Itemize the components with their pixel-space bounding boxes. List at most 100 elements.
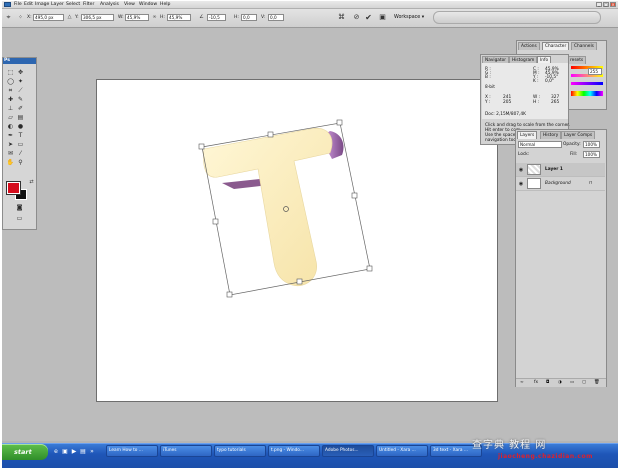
- layer-name[interactable]: Layer 1: [545, 167, 563, 172]
- blur-tool-icon[interactable]: ◐: [6, 123, 15, 131]
- tab-layers[interactable]: Layers: [517, 131, 538, 139]
- blend-mode-select[interactable]: Normal: [518, 141, 562, 148]
- angle-icon: ∠: [199, 14, 204, 20]
- transformed-text-layer[interactable]: [182, 111, 382, 311]
- relative-position-icon[interactable]: △: [65, 13, 74, 22]
- tab-character[interactable]: Character: [542, 42, 570, 50]
- commit-transform-icon[interactable]: ✔: [364, 13, 373, 22]
- quicklaunch-media-icon[interactable]: ▶: [70, 447, 78, 456]
- layer-style-icon[interactable]: fx: [534, 380, 538, 385]
- y-field[interactable]: 306,5 px: [81, 14, 114, 21]
- visibility-eye-icon[interactable]: ◉: [518, 167, 524, 173]
- layer-row[interactable]: ◉ Layer 1: [516, 163, 605, 177]
- slice-tool-icon[interactable]: ⟋: [16, 87, 25, 95]
- taskbar-item[interactable]: Learn How to ...: [106, 445, 158, 457]
- taskbar-item[interactable]: Untitled - Xara ...: [376, 445, 428, 457]
- width-field[interactable]: 45,9%: [125, 14, 149, 21]
- warp-icon[interactable]: ⌘: [337, 13, 346, 22]
- transform-icon[interactable]: ⌖: [4, 13, 13, 22]
- history-brush-icon[interactable]: ✐: [16, 105, 25, 113]
- delete-layer-icon[interactable]: 🗑: [594, 380, 599, 385]
- taskbar-item[interactable]: typo tutorials: [214, 445, 266, 457]
- opacity-field[interactable]: 100%: [583, 141, 600, 148]
- reference-point-icon[interactable]: ⁘: [16, 13, 25, 22]
- minimize-button[interactable]: _: [596, 2, 602, 7]
- bridge-icon[interactable]: ▣: [378, 13, 387, 22]
- taskbar-item-active[interactable]: Adobe Photos...: [322, 445, 374, 457]
- marquee-tool-icon[interactable]: ⬚: [6, 69, 15, 77]
- quicklaunch-desktop-icon[interactable]: ▣: [61, 447, 69, 456]
- h-skew-field[interactable]: 0,0: [241, 14, 257, 21]
- dodge-tool-icon[interactable]: ●: [16, 123, 25, 131]
- close-button[interactable]: ×: [610, 2, 616, 7]
- quick-mask-icon[interactable]: ◙: [15, 204, 24, 212]
- gradient-tool-icon[interactable]: ▤: [16, 114, 25, 122]
- tab-actions[interactable]: Actions: [518, 42, 540, 50]
- eraser-tool-icon[interactable]: ▱: [6, 114, 15, 122]
- menu-select[interactable]: Select: [66, 2, 80, 8]
- new-layer-icon[interactable]: ▢: [582, 380, 586, 385]
- link-icon[interactable]: ∞: [150, 13, 159, 22]
- workspace-button[interactable]: Workspace ▾: [394, 13, 432, 22]
- watermark-url: jiaocheng.chazidian.com: [498, 453, 593, 460]
- cancel-transform-icon[interactable]: ⊘: [352, 13, 361, 22]
- eyedropper-icon[interactable]: ⁄: [16, 150, 25, 158]
- type-tool-icon[interactable]: T: [16, 132, 25, 140]
- quicklaunch-folder-icon[interactable]: ▤: [79, 447, 87, 456]
- tab-channels[interactable]: Channels: [571, 42, 597, 50]
- shape-tool-icon[interactable]: ▭: [16, 141, 25, 149]
- layer-mask-icon[interactable]: ◘: [546, 380, 549, 385]
- brush-tool-icon[interactable]: ✎: [16, 96, 25, 104]
- healing-brush-icon[interactable]: ✚: [6, 96, 15, 104]
- taskbar-item[interactable]: t.png - Windo...: [268, 445, 320, 457]
- tab-history[interactable]: History: [540, 131, 562, 139]
- fill-label: Fill:: [570, 152, 578, 157]
- hand-tool-icon[interactable]: ✋: [6, 159, 15, 167]
- clone-stamp-icon[interactable]: ⊥: [6, 105, 15, 113]
- height-field[interactable]: 45,9%: [167, 14, 191, 21]
- move-tool-icon[interactable]: ✥: [16, 69, 25, 77]
- screen-mode-icon[interactable]: ▭: [15, 215, 24, 223]
- color-ramp-b[interactable]: [571, 82, 603, 85]
- foreground-color-swatch[interactable]: [6, 181, 21, 195]
- tab-presets[interactable]: resets: [567, 56, 587, 64]
- taskbar-item[interactable]: iTunes: [160, 445, 212, 457]
- menu-file[interactable]: File: [14, 2, 22, 8]
- h-label: H:: [160, 15, 165, 20]
- layer-row[interactable]: ◉ Background ⊓: [516, 177, 605, 191]
- y-label: Y:: [75, 15, 79, 20]
- x-field[interactable]: 495,0 px: [33, 14, 64, 21]
- info-skew-label: K :: [533, 79, 539, 84]
- link-layers-icon[interactable]: ∞: [520, 380, 524, 385]
- swap-colors-icon[interactable]: ⇄: [27, 178, 36, 186]
- angle-field[interactable]: -10,5: [207, 14, 226, 21]
- menu-layer[interactable]: Layer: [51, 2, 64, 8]
- quicklaunch-ie-icon[interactable]: e: [52, 447, 60, 456]
- tab-layer-comps[interactable]: Layer Comps: [561, 131, 596, 139]
- quicklaunch-more-icon[interactable]: »: [88, 447, 96, 456]
- visibility-eye-icon[interactable]: ◉: [518, 181, 524, 187]
- pen-tool-icon[interactable]: ✒: [6, 132, 15, 140]
- layer-name[interactable]: Background: [545, 181, 571, 186]
- crop-tool-icon[interactable]: ⌗: [6, 87, 15, 95]
- zoom-tool-icon[interactable]: ⚲: [16, 159, 25, 167]
- info-y-label: Y :: [485, 100, 491, 105]
- maximize-button[interactable]: □: [603, 2, 609, 7]
- menu-window[interactable]: Window: [139, 2, 157, 8]
- menu-help[interactable]: Help: [160, 2, 170, 8]
- fill-field[interactable]: 100%: [583, 151, 600, 158]
- new-group-icon[interactable]: ▭: [570, 380, 574, 385]
- magic-wand-icon[interactable]: ✦: [16, 78, 25, 86]
- v-skew-field[interactable]: 0,0: [268, 14, 284, 21]
- notes-tool-icon[interactable]: ✉: [6, 150, 15, 158]
- menu-filter[interactable]: Filter: [83, 2, 94, 8]
- menu-analysis[interactable]: Analysis: [100, 2, 119, 8]
- menu-view[interactable]: View: [124, 2, 135, 8]
- adjustment-layer-icon[interactable]: ◑: [558, 380, 562, 385]
- menu-image[interactable]: Image: [35, 2, 49, 8]
- path-selection-icon[interactable]: ➤: [6, 141, 15, 149]
- spectrum-bar[interactable]: [571, 91, 603, 96]
- menu-edit[interactable]: Edit: [24, 2, 33, 8]
- color-value-field[interactable]: 255: [588, 68, 602, 75]
- lasso-tool-icon[interactable]: ◯: [6, 78, 15, 86]
